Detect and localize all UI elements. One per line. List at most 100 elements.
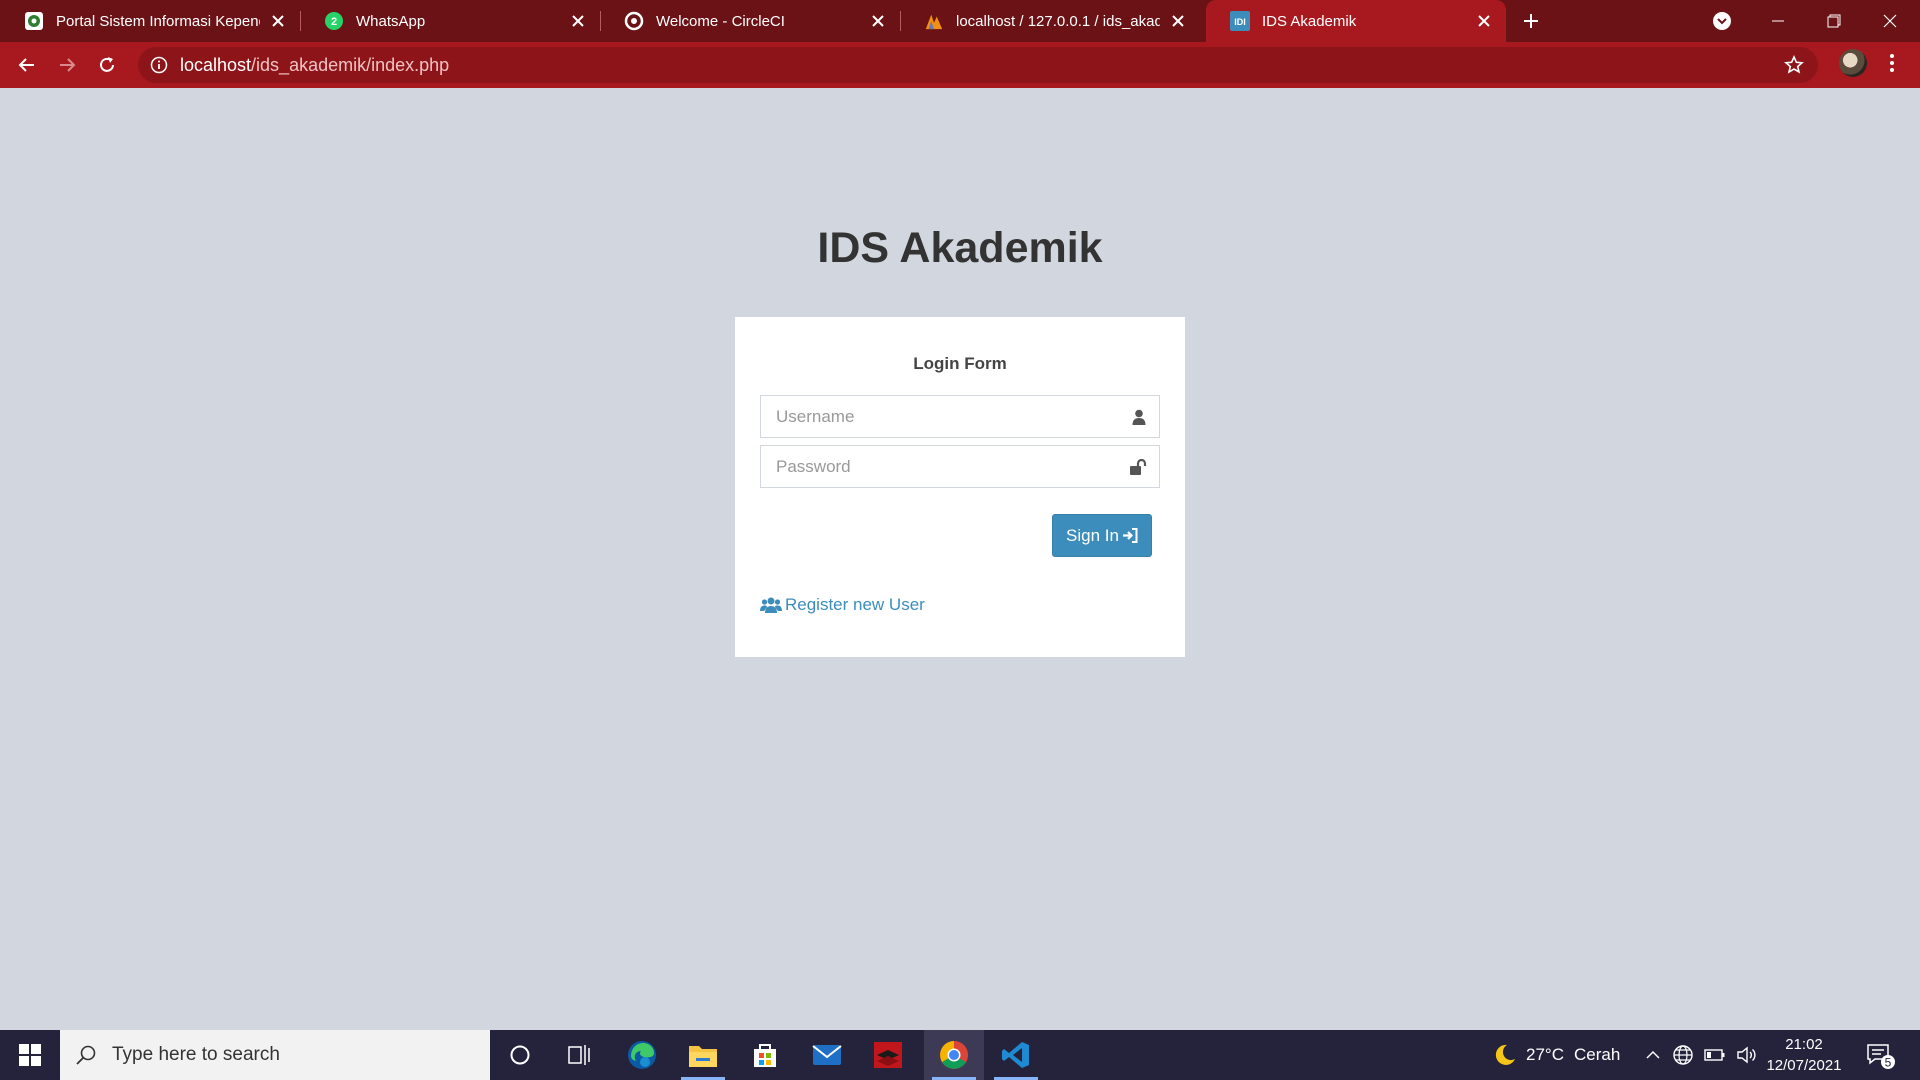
close-icon[interactable] (568, 11, 588, 31)
star-icon[interactable] (1784, 55, 1804, 75)
url-host: localhost (180, 54, 252, 75)
login-box: Login Form Sign In Register new User (735, 317, 1185, 657)
weather-temp: 27°C (1526, 1045, 1564, 1064)
cortana-button[interactable] (490, 1030, 550, 1080)
battery-icon[interactable] (1704, 1047, 1726, 1063)
moon-icon (1495, 1044, 1515, 1065)
tab-ids-akademik[interactable]: IDI IDS Akademik (1206, 0, 1506, 42)
tab-title: localhost / 127.0.0.1 / ids_akademik (956, 12, 1160, 30)
unlock-icon (1130, 458, 1148, 476)
chevron-up-icon[interactable] (1644, 1046, 1662, 1064)
taskbar-clock[interactable]: 21:02 12/07/2021 (1756, 1034, 1852, 1076)
start-button[interactable] (0, 1030, 60, 1080)
tab-strip: Portal Sistem Informasi Kependuduk 2 Wha… (0, 0, 1920, 42)
search-placeholder: Type here to search (112, 1044, 280, 1065)
register-link[interactable]: Register new User (760, 595, 925, 615)
weather-condition: Cerah (1573, 1045, 1621, 1064)
login-box-title: Login Form (913, 354, 1007, 373)
minimize-button[interactable] (1750, 0, 1806, 42)
sign-in-label: Sign In (1066, 525, 1119, 545)
notification-count: 5 (1885, 1056, 1892, 1070)
username-input[interactable] (761, 396, 1130, 437)
windows-taskbar: Type here to search 27°C Cerah 21:02 12/ (0, 1030, 1920, 1080)
folder-icon (689, 1046, 717, 1067)
close-icon[interactable] (868, 11, 888, 31)
tab-search-button[interactable] (1694, 0, 1750, 42)
close-icon (1883, 14, 1897, 28)
mail-app[interactable] (797, 1030, 857, 1080)
close-icon[interactable] (1168, 11, 1188, 31)
tab-circleci[interactable]: Welcome - CircleCI (600, 0, 901, 42)
tab-title: IDS Akademik (1262, 12, 1357, 30)
weather-widget[interactable]: 27°C Cerah (1492, 1030, 1620, 1080)
edge-app[interactable] (612, 1030, 672, 1080)
tab-portal[interactable]: Portal Sistem Informasi Kependuduk (0, 0, 301, 42)
task-view-icon (568, 1045, 590, 1065)
app-logo: IDS Akademik (817, 224, 1103, 272)
page-body: IDS Akademik Login Form Sign In Register… (0, 88, 1920, 1030)
circleci-icon (624, 11, 644, 31)
chrome-icon (940, 1041, 968, 1069)
globe-icon[interactable] (1672, 1044, 1694, 1066)
mail-icon (812, 1045, 842, 1065)
chrome-app[interactable] (924, 1030, 984, 1080)
clock-time: 21:02 (1785, 1036, 1823, 1053)
chevron-down-circle-icon (1713, 12, 1731, 30)
file-explorer-app[interactable] (673, 1030, 733, 1080)
dot (1890, 61, 1894, 65)
cortana-icon (510, 1045, 530, 1065)
close-icon[interactable] (1474, 11, 1494, 31)
vscode-icon (1002, 1042, 1029, 1068)
password-input[interactable] (761, 446, 1130, 487)
browser-menu-button[interactable] (1882, 50, 1902, 76)
dot (1890, 68, 1894, 72)
taskbar-search[interactable]: Type here to search (60, 1030, 490, 1080)
arrow-right-icon (60, 58, 76, 72)
redis-icon (874, 1042, 902, 1068)
browser-toolbar: localhost/ids_akademik/index.php (0, 42, 1920, 88)
phpmyadmin-icon (924, 11, 944, 31)
info-icon[interactable] (150, 56, 168, 74)
edge-icon (628, 1041, 656, 1069)
reload-icon (100, 57, 114, 72)
profile-avatar[interactable] (1839, 49, 1867, 77)
ids-icon-text: IDI (1234, 17, 1246, 27)
arrow-left-icon (18, 58, 34, 72)
government-seal-icon (24, 11, 44, 31)
user-icon (1130, 408, 1148, 426)
tab-phpmyadmin[interactable]: localhost / 127.0.0.1 / ids_akademik (900, 0, 1200, 42)
tab-title: Portal Sistem Informasi Kependuduk (56, 12, 260, 30)
minimize-icon (1772, 20, 1784, 22)
password-field (760, 445, 1160, 488)
search-icon (76, 1045, 96, 1065)
reload-button[interactable] (92, 50, 122, 80)
ids-icon: IDI (1230, 11, 1250, 31)
notification-icon: 5 (1867, 1044, 1895, 1070)
whatsapp-badge: 2 (331, 16, 337, 28)
address-bar[interactable]: localhost/ids_akademik/index.php (138, 47, 1818, 83)
register-label: Register new User (785, 595, 925, 614)
speaker-icon[interactable] (1736, 1045, 1758, 1065)
store-app[interactable] (735, 1030, 795, 1080)
close-icon[interactable] (268, 11, 288, 31)
close-window-button[interactable] (1862, 0, 1918, 42)
dot (1890, 54, 1894, 58)
task-view-button[interactable] (550, 1030, 610, 1080)
new-tab-button[interactable] (1516, 6, 1546, 36)
redis-app[interactable] (858, 1030, 918, 1080)
tab-title: WhatsApp (356, 12, 426, 30)
notification-center-button[interactable]: 5 (1866, 1042, 1896, 1070)
tab-title: Welcome - CircleCI (656, 12, 785, 30)
back-button[interactable] (12, 50, 42, 80)
whatsapp-icon: 2 (324, 11, 344, 31)
store-icon (754, 1044, 776, 1067)
sign-in-button[interactable]: Sign In (1052, 514, 1152, 557)
url-text: localhost/ids_akademik/index.php (180, 55, 449, 76)
restore-icon (1827, 14, 1841, 28)
system-tray (1644, 1030, 1758, 1080)
restore-button[interactable] (1806, 0, 1862, 42)
forward-button[interactable] (52, 50, 82, 80)
vscode-app[interactable] (986, 1030, 1046, 1080)
users-icon (760, 596, 782, 614)
tab-whatsapp[interactable]: 2 WhatsApp (300, 0, 601, 42)
